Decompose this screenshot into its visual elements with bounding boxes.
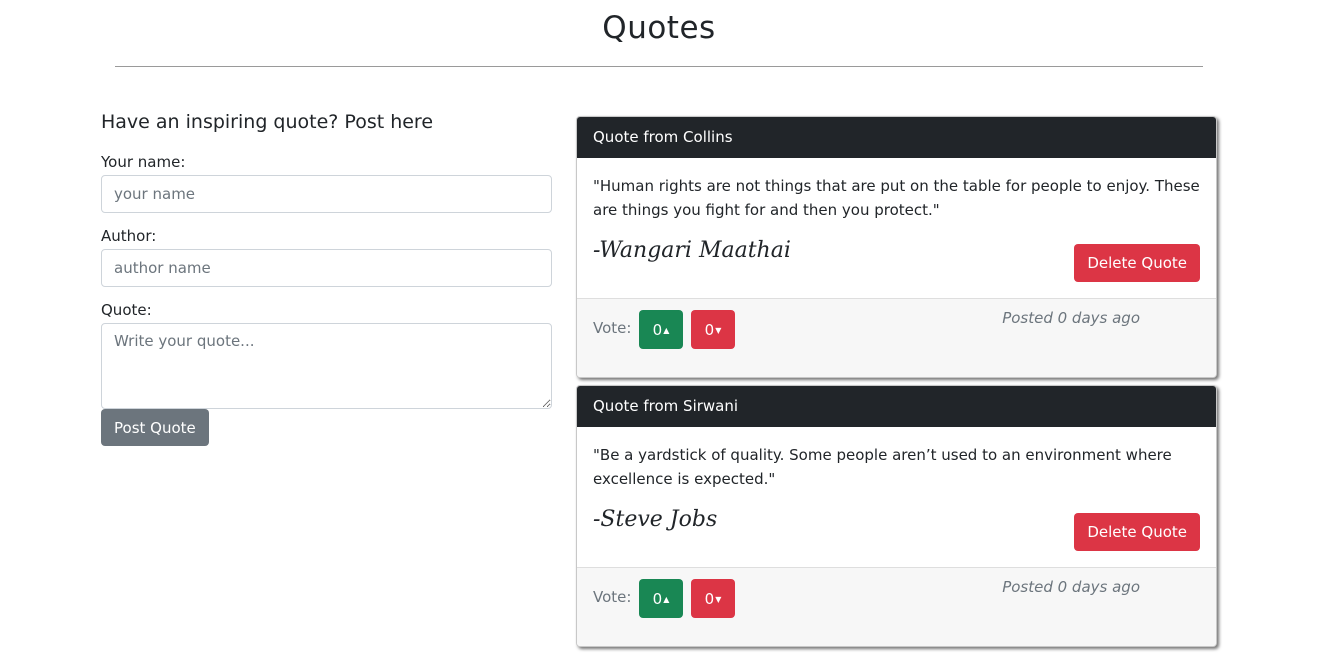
name-label: Your name: [101, 153, 186, 171]
quote-card-footer: Vote: 0▲ 0▼ Posted 0 days ago [577, 567, 1216, 646]
name-input[interactable] [101, 175, 552, 213]
caret-down-icon: ▼ [715, 325, 722, 335]
quote-card-body: "Human rights are not things that are pu… [577, 158, 1216, 298]
caret-down-icon: ▼ [715, 594, 722, 604]
downvote-count: 0 [704, 320, 715, 339]
upvote-count: 0 [652, 320, 663, 339]
quote-card-body: "Be a yardstick of quality. Some people … [577, 427, 1216, 567]
post-quote-button[interactable]: Post Quote [101, 409, 209, 446]
caret-up-icon: ▲ [663, 594, 670, 604]
quote-label: Quote: [101, 301, 152, 319]
caret-up-icon: ▲ [663, 325, 670, 335]
quote-textarea[interactable] [101, 323, 552, 409]
quote-card-footer: Vote: 0▲ 0▼ Posted 0 days ago [577, 298, 1216, 377]
quotes-list: Quote from Collins "Human rights are not… [576, 116, 1217, 654]
quote-card-header: Quote from Sirwani [577, 386, 1216, 427]
quote-card-header: Quote from Collins [577, 117, 1216, 158]
downvote-button[interactable]: 0▼ [691, 579, 735, 618]
quote-form: Have an inspiring quote? Post here Your … [101, 108, 552, 446]
quote-card: Quote from Sirwani "Be a yardstick of qu… [576, 385, 1217, 647]
downvote-button[interactable]: 0▼ [691, 310, 735, 349]
delete-quote-button[interactable]: Delete Quote [1074, 244, 1200, 282]
downvote-count: 0 [704, 589, 715, 608]
upvote-count: 0 [652, 589, 663, 608]
vote-label: Vote: [593, 588, 632, 606]
title-divider [115, 66, 1203, 67]
posted-time: Posted 0 days ago [1002, 309, 1140, 327]
quote-text: "Be a yardstick of quality. Some people … [593, 446, 1172, 488]
upvote-button[interactable]: 0▲ [639, 310, 683, 349]
upvote-button[interactable]: 0▲ [639, 579, 683, 618]
posted-time: Posted 0 days ago [1002, 578, 1140, 596]
author-input[interactable] [101, 249, 552, 287]
quote-card: Quote from Collins "Human rights are not… [576, 116, 1217, 378]
author-label: Author: [101, 227, 157, 245]
page-title: Quotes [602, 10, 716, 46]
quote-text: "Human rights are not things that are pu… [593, 177, 1200, 219]
form-heading: Have an inspiring quote? Post here [101, 111, 434, 133]
vote-label: Vote: [593, 319, 632, 337]
delete-quote-button[interactable]: Delete Quote [1074, 513, 1200, 551]
